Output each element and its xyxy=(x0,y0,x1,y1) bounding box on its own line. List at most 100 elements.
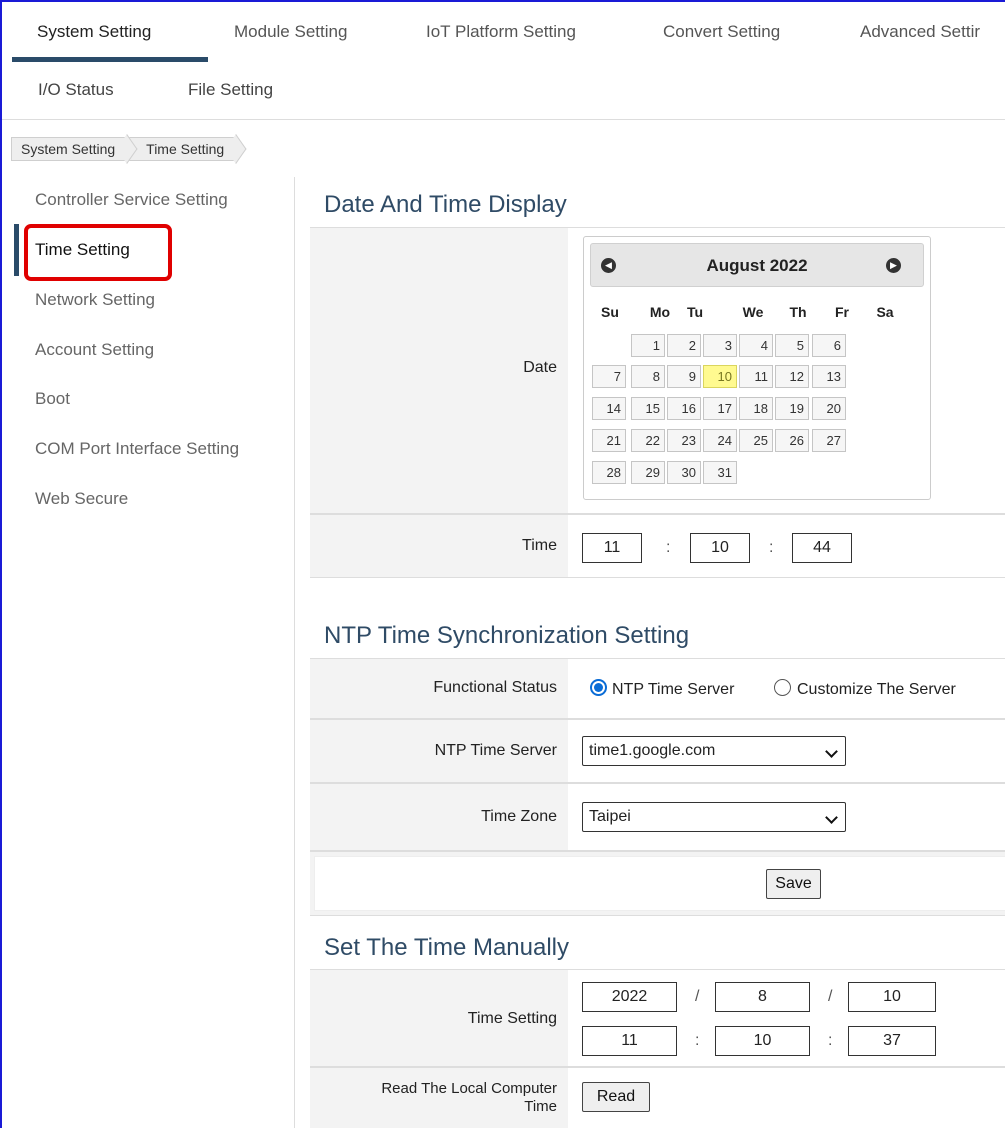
date-label: Date xyxy=(523,359,557,376)
calendar-weekday-header: Tu xyxy=(686,304,704,320)
display-minute-field: 10 xyxy=(690,533,750,563)
sidebar-item-controller-service[interactable]: Controller Service Setting xyxy=(35,190,228,210)
calendar-day[interactable]: 22 xyxy=(631,429,665,452)
date-separator: / xyxy=(695,988,700,1005)
calendar-day[interactable]: 18 xyxy=(739,397,773,420)
section-title-date-time-display: Date And Time Display xyxy=(324,191,567,218)
highlight-annotation-box xyxy=(24,224,172,281)
manual-year-input[interactable]: 2022 xyxy=(582,982,677,1012)
date-separator: / xyxy=(828,988,833,1005)
calendar-day[interactable]: 26 xyxy=(775,429,809,452)
calendar-weekday-header: Th xyxy=(789,304,807,320)
calendar-weekday-header: Sa xyxy=(876,304,894,320)
tab-module-setting[interactable]: Module Setting xyxy=(234,22,347,42)
calendar-day[interactable]: 31 xyxy=(703,461,737,484)
manual-second-input[interactable]: 37 xyxy=(848,1026,936,1056)
calendar-day[interactable]: 13 xyxy=(812,365,846,388)
tab-iot-platform-setting[interactable]: IoT Platform Setting xyxy=(426,22,576,42)
tab-io-status[interactable]: I/O Status xyxy=(38,80,114,100)
ntp-server-select[interactable]: time1.google.com xyxy=(582,736,846,766)
calendar-day[interactable]: 30 xyxy=(667,461,701,484)
timezone-select[interactable]: Taipei xyxy=(582,802,846,832)
calendar-day[interactable]: 19 xyxy=(775,397,809,420)
ntp-server-selected: time1.google.com xyxy=(589,742,716,759)
time-separator: : xyxy=(666,539,671,556)
next-month-icon[interactable]: ▶ xyxy=(886,258,901,273)
calendar-day[interactable]: 24 xyxy=(703,429,737,452)
app-frame: System Setting Module Setting IoT Platfo… xyxy=(0,0,1005,1128)
breadcrumb: System Setting Time Setting xyxy=(11,137,239,161)
sidebar-item-boot[interactable]: Boot xyxy=(35,389,70,409)
save-button[interactable]: Save xyxy=(766,869,821,899)
tab-advanced-setting[interactable]: Advanced Settir xyxy=(860,22,980,42)
calendar-day[interactable]: 12 xyxy=(775,365,809,388)
calendar-day[interactable]: 7 xyxy=(592,365,626,388)
read-button[interactable]: Read xyxy=(582,1082,650,1112)
radio-customize-server-label[interactable]: Customize The Server xyxy=(797,681,956,699)
calendar-header: ◀ August 2022 ▶ xyxy=(590,243,924,287)
calendar-day[interactable]: 17 xyxy=(703,397,737,420)
calendar-day[interactable]: 27 xyxy=(812,429,846,452)
section-title-ntp: NTP Time Synchronization Setting xyxy=(324,622,690,649)
calendar-day[interactable]: 2 xyxy=(667,334,701,357)
calendar-weekday-header: Mo xyxy=(649,304,671,320)
date-picker-calendar[interactable]: ◀ August 2022 ▶ Su Mo Tu We Th Fr Sa 1 2 3 4 5 6 7 8 9 1… xyxy=(583,236,931,500)
calendar-day[interactable]: 15 xyxy=(631,397,665,420)
calendar-day[interactable]: 8 xyxy=(631,365,665,388)
manual-hour-input[interactable]: 11 xyxy=(582,1026,677,1056)
read-local-time-label-line1: Read The Local Computer xyxy=(381,1080,557,1097)
sidebar-item-web-secure[interactable]: Web Secure xyxy=(35,489,128,509)
breadcrumb-system-setting[interactable]: System Setting xyxy=(11,137,130,161)
calendar-day[interactable]: 23 xyxy=(667,429,701,452)
calendar-day-selected[interactable]: 10 xyxy=(703,365,737,388)
sidebar-item-network-setting[interactable]: Network Setting xyxy=(35,290,155,310)
sidebar xyxy=(2,177,295,1128)
time-label: Time xyxy=(522,537,557,554)
manual-month-input[interactable]: 8 xyxy=(715,982,810,1012)
calendar-day[interactable]: 20 xyxy=(812,397,846,420)
secondary-tab-bar: I/O Status File Setting xyxy=(2,62,1005,120)
read-local-time-row: Read The Local Computer Time xyxy=(310,1067,1005,1128)
display-hour-field: 11 xyxy=(582,533,642,563)
calendar-day[interactable]: 16 xyxy=(667,397,701,420)
save-row xyxy=(310,851,1005,916)
sidebar-item-account-setting[interactable]: Account Setting xyxy=(35,340,154,360)
section-title-set-time-manually: Set The Time Manually xyxy=(324,934,570,961)
calendar-day[interactable]: 4 xyxy=(739,334,773,357)
timezone-selected: Taipei xyxy=(589,808,631,825)
breadcrumb-time-setting[interactable]: Time Setting xyxy=(129,137,239,161)
radio-customize-server[interactable] xyxy=(774,679,791,696)
tab-system-setting[interactable]: System Setting xyxy=(37,22,151,42)
calendar-day[interactable]: 9 xyxy=(667,365,701,388)
tab-file-setting[interactable]: File Setting xyxy=(188,80,273,100)
chevron-down-icon xyxy=(825,745,838,758)
read-local-time-label-line2: Time xyxy=(524,1098,557,1115)
manual-day-input[interactable]: 10 xyxy=(848,982,936,1012)
time-row: Time xyxy=(310,514,1005,578)
calendar-day[interactable]: 21 xyxy=(592,429,626,452)
display-second-field: 44 xyxy=(792,533,852,563)
calendar-day[interactable]: 25 xyxy=(739,429,773,452)
manual-time-setting-label: Time Setting xyxy=(467,1010,557,1027)
calendar-day[interactable]: 6 xyxy=(812,334,846,357)
tab-convert-setting[interactable]: Convert Setting xyxy=(663,22,780,42)
calendar-day[interactable]: 14 xyxy=(592,397,626,420)
calendar-weekday-header: Su xyxy=(601,304,619,320)
manual-minute-input[interactable]: 10 xyxy=(715,1026,810,1056)
calendar-day[interactable]: 29 xyxy=(631,461,665,484)
calendar-day[interactable]: 1 xyxy=(631,334,665,357)
calendar-weekday-header: We xyxy=(742,304,764,320)
ntp-server-label: NTP Time Server xyxy=(434,742,557,759)
calendar-day[interactable]: 28 xyxy=(592,461,626,484)
calendar-day[interactable]: 5 xyxy=(775,334,809,357)
calendar-month-title: August 2022 xyxy=(706,256,808,275)
radio-ntp-time-server[interactable] xyxy=(590,679,607,696)
calendar-weekday-header: Fr xyxy=(835,304,849,320)
sidebar-item-com-port[interactable]: COM Port Interface Setting xyxy=(35,439,239,459)
calendar-day[interactable]: 3 xyxy=(703,334,737,357)
chevron-down-icon xyxy=(825,811,838,824)
sidebar-active-indicator xyxy=(14,224,19,276)
time-separator: : xyxy=(695,1032,700,1049)
calendar-day[interactable]: 11 xyxy=(739,365,773,388)
radio-ntp-time-server-label[interactable]: NTP Time Server xyxy=(612,681,734,699)
